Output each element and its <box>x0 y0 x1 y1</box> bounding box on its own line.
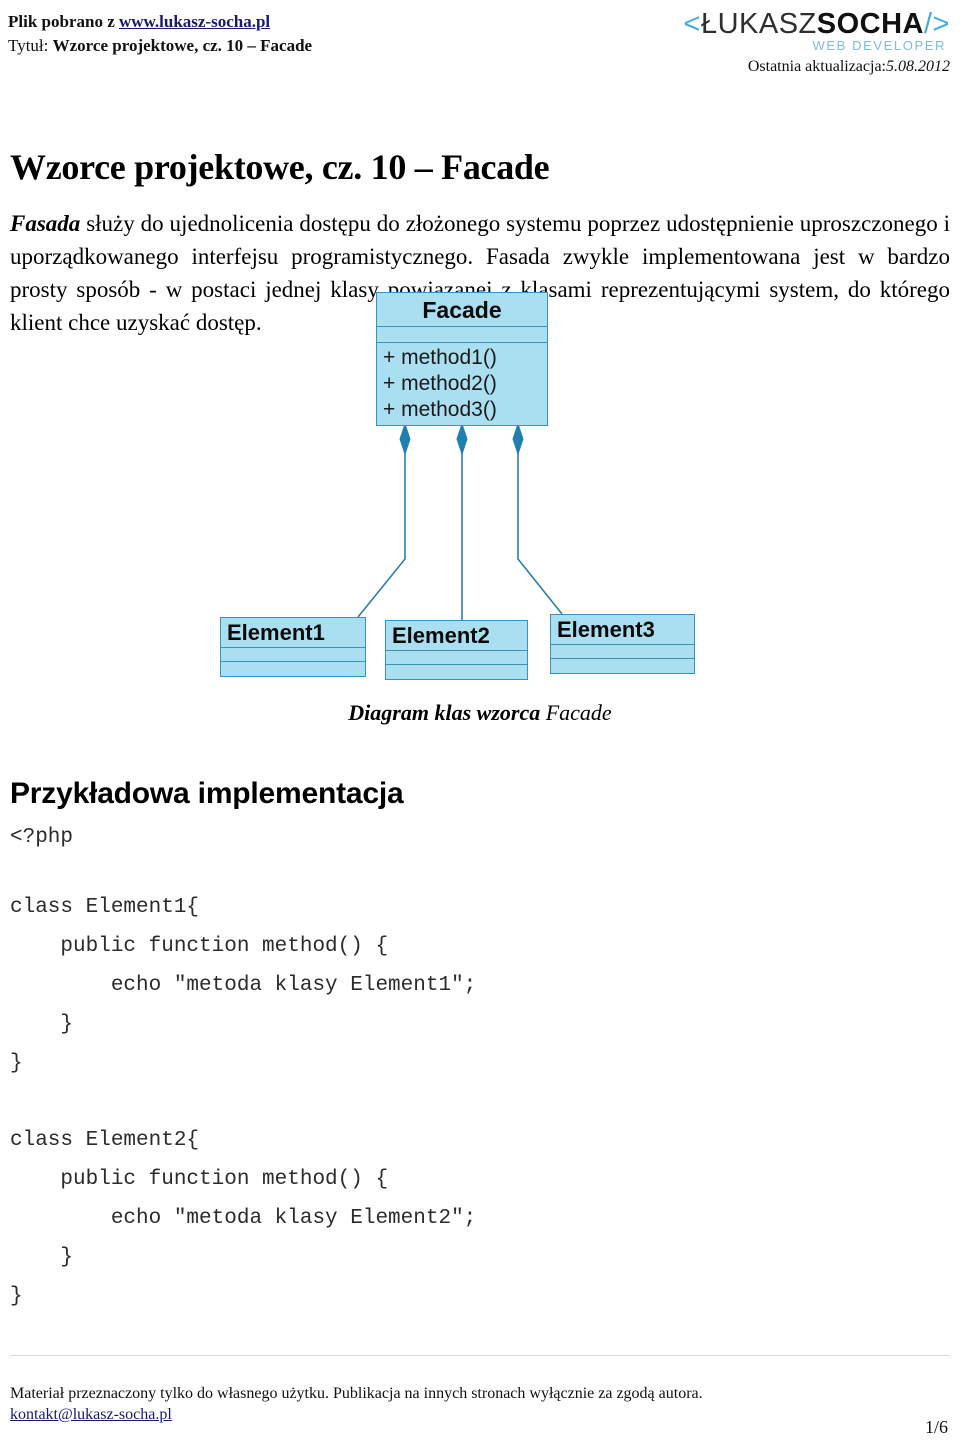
uml-class-element1-name: Element1 <box>221 618 365 648</box>
uml-class-element3: Element3 <box>550 614 695 674</box>
page-footer: Materiał przeznaczony tylko do własnego … <box>0 1355 960 1445</box>
logo-last-name: SOCHA <box>816 8 924 40</box>
uml-class-facade-name: Facade <box>377 293 547 327</box>
page-number: 1/6 <box>924 1417 948 1437</box>
uml-class-facade: Facade + method1() + method2() + method3… <box>376 292 548 426</box>
logo-bracket-open-icon: < <box>683 8 701 40</box>
uml-class-element3-name: Element3 <box>551 615 694 645</box>
uml-class-element2-name: Element2 <box>386 621 527 651</box>
intro-term: Fasada <box>10 211 81 236</box>
contact-email-link[interactable]: kontakt@lukasz-socha.pl <box>10 1406 172 1423</box>
diagram-caption: Diagram klas wzorca Facade <box>0 700 960 726</box>
last-update-line: Ostatnia aktualizacja:5.08.2012 <box>650 58 950 76</box>
uml-method-item: + method2() <box>383 372 497 395</box>
uml-class-facade-methods: + method1() + method2() + method3() <box>377 343 547 423</box>
aggregation-diamond-icon <box>456 422 468 456</box>
uml-class-element2-attributes <box>386 651 527 665</box>
uml-class-diagram: Facade + method1() + method2() + method3… <box>200 287 720 680</box>
header-title-value: Wzorce projektowe, cz. 10 – Facade <box>52 36 313 55</box>
logo-tagline: WEB DEVELOPER <box>812 38 946 53</box>
website-link[interactable]: www.lukasz-socha.pl <box>119 12 270 31</box>
code-block-element2: class Element2{ public function method()… <box>10 1129 477 1308</box>
code-php-open-tag: <?php <box>10 826 74 849</box>
uml-method-item: + method3() <box>383 398 497 421</box>
last-update-label: Ostatnia aktualizacja: <box>747 58 886 75</box>
diagram-caption-main: Diagram klas wzorca <box>348 700 546 725</box>
page-title: Wzorce projektowe, cz. 10 – Facade <box>10 147 550 188</box>
footer-notice: Materiał przeznaczony tylko do własnego … <box>10 1385 703 1402</box>
uml-class-element2: Element2 <box>385 620 528 680</box>
aggregation-diamond-icon <box>512 422 524 456</box>
uml-class-element1: Element1 <box>220 617 366 677</box>
uml-class-element1-attributes <box>221 648 365 662</box>
logo-bracket-close-icon: /> <box>924 8 950 40</box>
page-header: Plik pobrano z www.lukasz-socha.pl Tytuł… <box>0 0 960 92</box>
logo-first-name: ŁUKASZ <box>700 8 817 40</box>
brand-logo: <ŁUKASZSOCHA/> WEB DEVELOPER Ostatnia ak… <box>650 8 951 76</box>
logo-wordmark: <ŁUKASZSOCHA/> <box>650 8 950 40</box>
uml-method-item: + method1() <box>383 346 497 369</box>
footer-notice-block: Materiał przeznaczony tylko do własnego … <box>10 1383 703 1425</box>
section-heading-implementation: Przykładowa implementacja <box>10 776 404 810</box>
download-source-line: Plik pobrano z www.lukasz-socha.pl <box>8 10 312 34</box>
header-title-label: Tytuł: <box>8 36 53 55</box>
code-block-element1: class Element1{ public function method()… <box>10 896 477 1075</box>
header-title-line: Tytuł: Wzorce projektowe, cz. 10 – Facad… <box>8 34 312 58</box>
download-source-label: Plik pobrano z <box>8 12 119 31</box>
diagram-caption-pattern: Facade <box>545 700 612 725</box>
header-meta: Plik pobrano z www.lukasz-socha.pl Tytuł… <box>8 10 312 58</box>
uml-class-facade-attributes <box>377 327 547 343</box>
aggregation-diamond-icon <box>399 422 411 456</box>
footer-divider <box>10 1355 950 1356</box>
last-update-value: 5.08.2012 <box>886 58 950 75</box>
uml-class-element3-attributes <box>551 645 694 659</box>
